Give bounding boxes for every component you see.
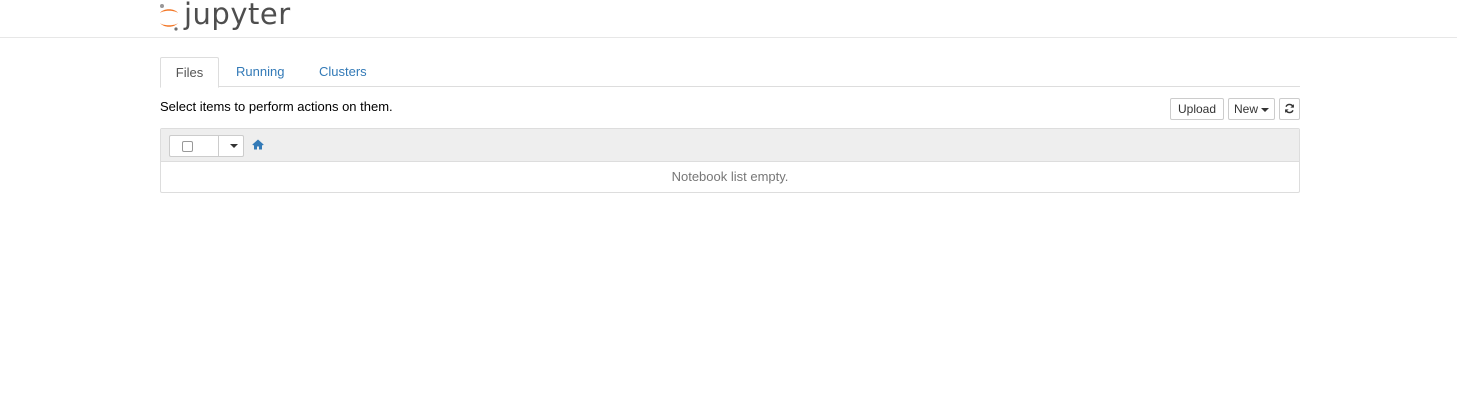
tab-bar: Files Running Clusters — [160, 57, 1300, 88]
select-all-checkbox[interactable] — [182, 141, 193, 152]
select-dropdown-caret-icon[interactable] — [230, 144, 238, 148]
caret-down-icon — [1261, 107, 1269, 112]
upload-button[interactable]: Upload — [1170, 98, 1224, 120]
new-dropdown-button[interactable]: New — [1228, 98, 1275, 120]
new-button-label: New — [1233, 102, 1258, 116]
logo-text: jupyter — [184, 0, 291, 31]
refresh-button[interactable] — [1279, 98, 1300, 120]
refresh-icon — [1285, 103, 1294, 114]
jupyter-logo-icon — [160, 4, 178, 31]
home-icon[interactable] — [252, 139, 264, 150]
jupyter-logo[interactable]: jupyter — [158, 0, 291, 34]
tab-files[interactable]: Files — [160, 57, 219, 88]
notebook-list-header — [161, 129, 1299, 162]
selection-hint: Select items to perform actions on them. — [160, 99, 393, 114]
select-divider — [218, 136, 219, 156]
empty-list-message: Notebook list empty. — [671, 169, 789, 184]
tab-running[interactable]: Running — [236, 57, 284, 87]
tab-clusters[interactable]: Clusters — [319, 57, 367, 87]
select-all-group — [169, 135, 244, 157]
notebook-list: Notebook list empty. — [160, 128, 1300, 193]
header-bar: jupyter — [0, 0, 1457, 38]
